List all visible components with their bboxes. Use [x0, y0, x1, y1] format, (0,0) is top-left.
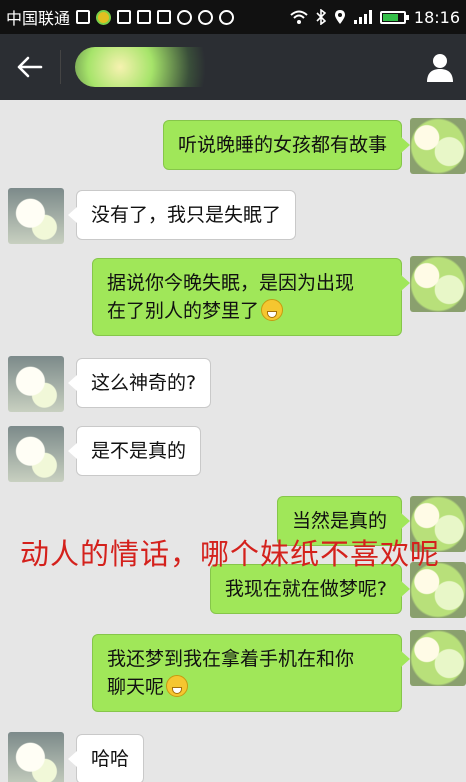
- message-text-line2: 聊天呢: [107, 673, 387, 701]
- my-avatar[interactable]: [410, 118, 466, 174]
- wifi-icon: [290, 10, 308, 24]
- location-icon: [334, 10, 345, 24]
- message-bubble-incoming[interactable]: 是不是真的: [67, 426, 202, 476]
- message-text: 当然是真的: [291, 510, 387, 532]
- chat-profile-button[interactable]: [424, 51, 456, 83]
- message-bubble-incoming[interactable]: 哈哈: [67, 734, 145, 782]
- contact-name[interactable]: [75, 47, 225, 87]
- message-bubble-incoming[interactable]: 没有了，我只是失眠了: [67, 190, 297, 240]
- app-notification-icon: [96, 9, 112, 25]
- chat-title-bar: [0, 34, 466, 100]
- message-text-line2: 在了别人的梦里了: [107, 297, 387, 325]
- shy-emoji-icon: [166, 675, 189, 697]
- lock-icon: [117, 10, 132, 24]
- battery-fill: [382, 13, 399, 21]
- message-text: 我还梦到我在拿着手机在和你: [107, 648, 355, 670]
- sim-card-icon: [76, 10, 91, 24]
- person-icon: [427, 54, 453, 82]
- status-bar: 中国联通 18:16: [0, 0, 466, 34]
- usb-icon: [219, 9, 235, 25]
- friend-avatar[interactable]: [8, 188, 64, 244]
- message-bubble-outgoing[interactable]: 我还梦到我在拿着手机在和你 聊天呢: [92, 634, 410, 712]
- friend-avatar[interactable]: [8, 732, 64, 782]
- message-icon: [157, 10, 172, 24]
- bluetooth-icon: [316, 9, 326, 25]
- grin-emoji-icon: [261, 299, 284, 321]
- message-bubble-outgoing[interactable]: 听说晚睡的女孩都有故事: [162, 120, 411, 170]
- chat-message-list[interactable]: 听说晚睡的女孩都有故事 没有了，我只是失眠了 据说你今晚失眠，是因为出现 在了别…: [0, 100, 466, 782]
- message-text: 据说你今晚失眠，是因为出现: [107, 272, 355, 294]
- friend-avatar[interactable]: [8, 356, 64, 412]
- sync-icon: [198, 9, 214, 25]
- message-text: 这么神奇的?: [91, 372, 197, 394]
- signal-icon: [353, 10, 372, 24]
- message-text: 哈哈: [91, 748, 130, 770]
- message-text: 在了别人的梦里了: [107, 300, 260, 322]
- back-button[interactable]: [0, 34, 60, 100]
- headset-icon: [177, 9, 193, 25]
- carrier-name: 中国联通: [6, 9, 71, 28]
- overlay-caption: 动人的情话，哪个妹纸不喜欢呢: [20, 537, 441, 571]
- message-text: 听说晚睡的女孩都有故事: [177, 134, 387, 156]
- status-icons: [76, 9, 290, 25]
- message-bubble-incoming[interactable]: 这么神奇的?: [67, 358, 212, 408]
- message-text: 聊天呢: [107, 676, 165, 698]
- gallery-icon: [137, 10, 152, 24]
- message-bubble-outgoing[interactable]: 据说你今晚失眠，是因为出现 在了别人的梦里了: [92, 258, 410, 336]
- message-text: 是不是真的: [91, 440, 187, 462]
- my-avatar[interactable]: [410, 256, 466, 312]
- arrow-left-icon: [17, 56, 43, 78]
- friend-avatar[interactable]: [8, 426, 64, 482]
- my-avatar[interactable]: [410, 630, 466, 686]
- status-right: 18:16: [290, 8, 460, 27]
- battery-icon: [379, 10, 409, 24]
- message-text: 没有了，我只是失眠了: [91, 204, 282, 226]
- clock: 18:16: [413, 7, 460, 27]
- message-text: 我现在就在做梦呢?: [224, 578, 387, 600]
- title-divider: [60, 50, 61, 84]
